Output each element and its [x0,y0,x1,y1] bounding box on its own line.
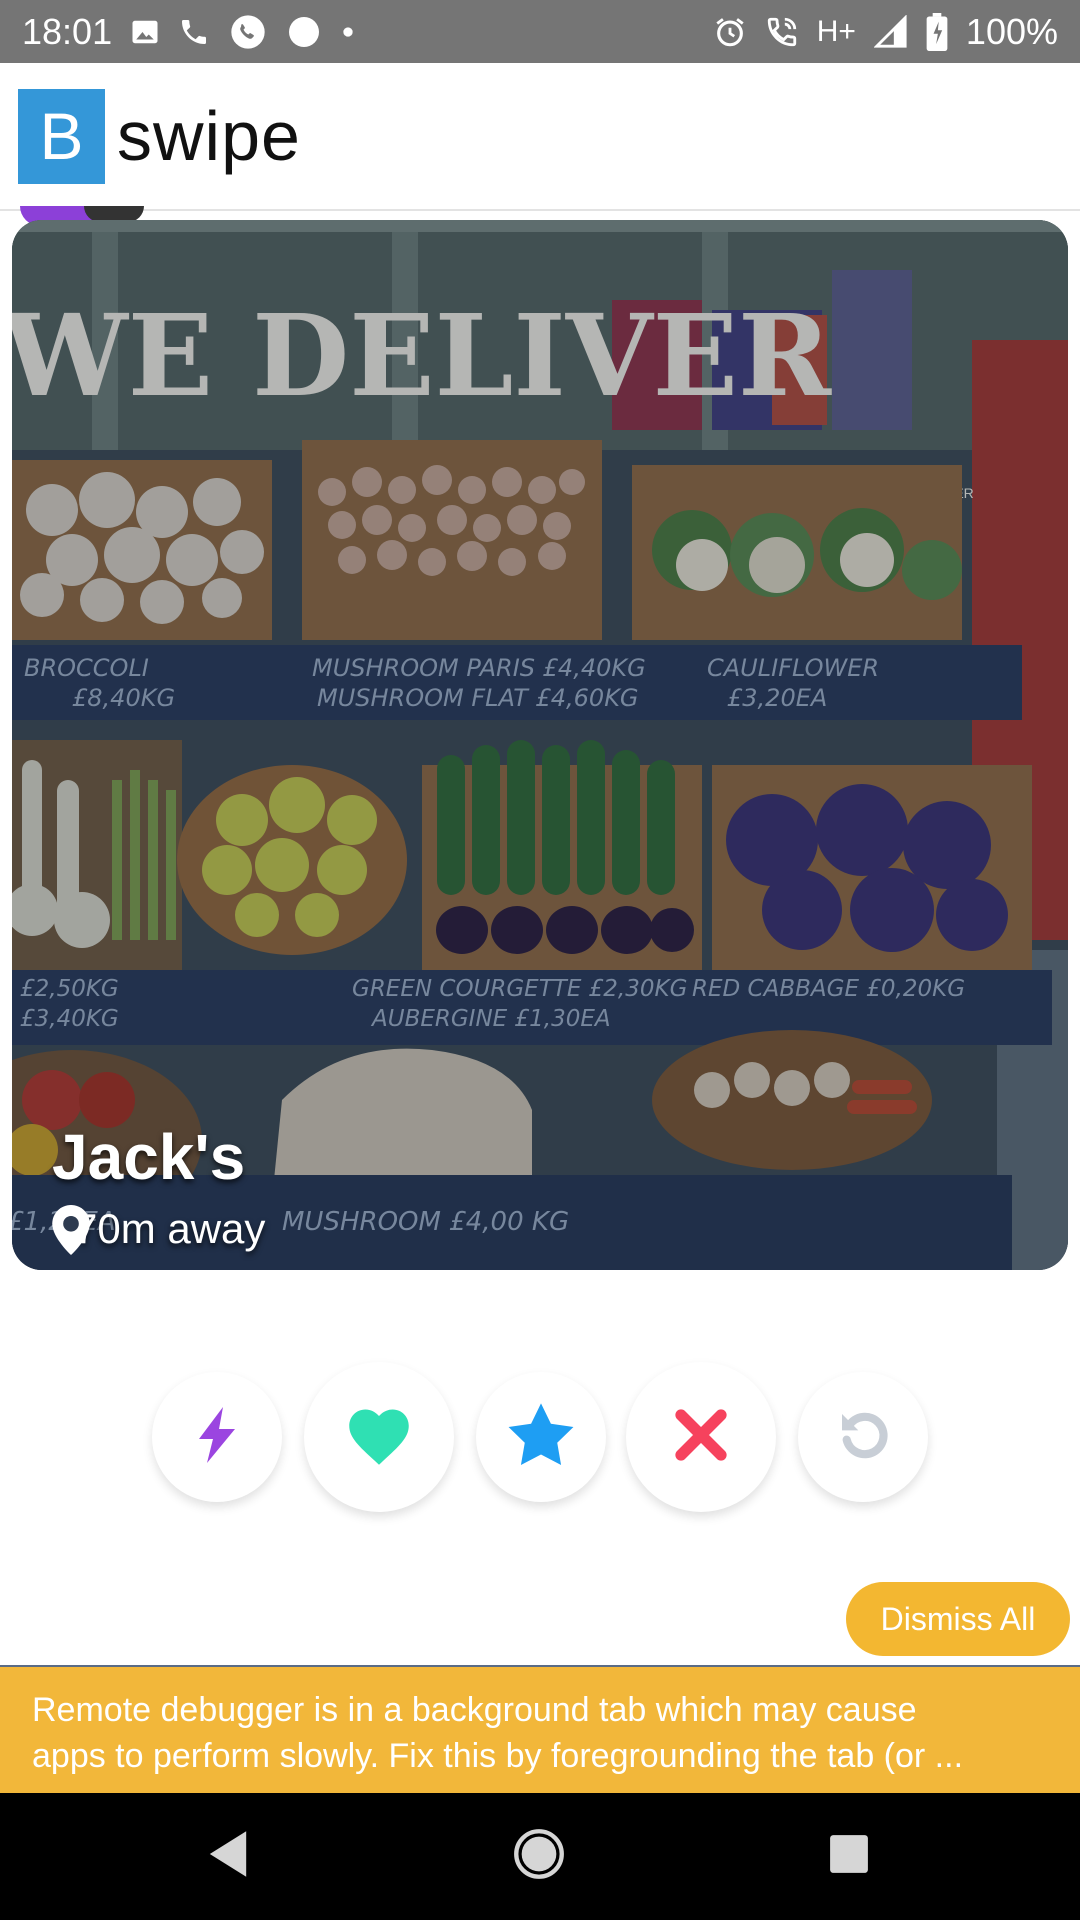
profile-card[interactable]: WE DELIVER WINNER [12,220,1068,1270]
rewind-button[interactable] [798,1372,928,1502]
dismiss-all-button[interactable]: Dismiss All [846,1582,1070,1656]
back-icon [205,1829,251,1884]
clock: 18:01 [22,10,113,52]
action-bar [0,1360,1080,1512]
home-button[interactable] [506,1823,572,1889]
super-like-button[interactable] [476,1372,606,1502]
battery-level: 100% [965,10,1058,52]
dot-icon [340,24,356,40]
whatsapp-icon [228,12,268,52]
like-button[interactable] [304,1362,454,1512]
banner-line-2: apps to perform slowly. Fix this by fore… [32,1737,964,1775]
card-title: Jack's [52,1121,246,1193]
image-icon [130,17,160,47]
logo-letter: B [39,99,84,173]
circle-icon [286,14,322,50]
back-button[interactable] [195,1823,261,1889]
star-icon [508,1402,574,1472]
home-icon [513,1828,565,1885]
network-type: H+ [816,14,856,48]
recents-button[interactable] [816,1823,882,1889]
nope-button[interactable] [626,1362,776,1512]
status-bar: 18:01 H+ 100% [0,0,1080,63]
close-icon [671,1405,731,1470]
undo-icon [835,1407,891,1468]
recents-icon [828,1833,870,1880]
app-logo: B [18,88,105,184]
screen: 18:01 H+ 100% B swipe WE DELIVER BROCCOL… [0,0,1080,1920]
lightning-icon [193,1406,241,1468]
alarm-icon [713,15,747,49]
debugger-warning-banner[interactable]: Remote debugger is in a background tab w… [0,1665,1080,1793]
heart-icon [345,1405,413,1470]
phone-icon [178,16,210,48]
battery-icon [926,12,948,51]
app-header: B swipe [0,63,1080,211]
boost-button[interactable] [152,1372,282,1502]
card-location: 70m away [52,1205,266,1255]
card-distance: 70m away [74,1205,266,1252]
navigation-bar [0,1793,1080,1920]
app-title: swipe [117,97,301,175]
banner-line-1: Remote debugger is in a background tab w… [32,1691,917,1729]
wifi-call-icon [765,15,799,49]
signal-icon [873,14,908,49]
card-shade [12,220,1068,1270]
